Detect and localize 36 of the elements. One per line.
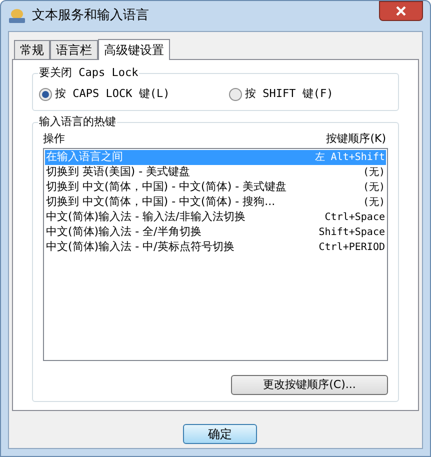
group-title: 要关闭 Caps Lock (38, 65, 140, 81)
list-row[interactable]: 中文(简体)输入法 - 输入法/非输入法切换 Ctrl+Space (45, 210, 386, 225)
radio-button[interactable] (229, 88, 242, 100)
list-row[interactable]: 切换到 英语(美国) - 美式键盘 (无) (45, 165, 386, 180)
window-title: 文本服务和输入语言 (32, 7, 149, 26)
ok-button[interactable]: 确定 (183, 424, 257, 444)
change-key-sequence-button[interactable]: 更改按键顺序(C)... (231, 375, 388, 395)
hotkey-text: (无) (362, 166, 385, 180)
column-header: 操作 (43, 130, 65, 147)
list-row[interactable]: 切换到 中文(简体，中国) - 中文(简体) - 美式键盘 (无) (45, 180, 386, 195)
radio-label: 按 SHIFT 键(F) (245, 86, 334, 102)
close-button[interactable] (379, 1, 423, 21)
hotkey-text: Ctrl+Space (324, 211, 385, 225)
action-text: 切换到 中文(简体，中国) - 中文(简体) - 搜狗... (46, 194, 276, 210)
hotkey-text: Ctrl+PERIOD (318, 241, 385, 255)
action-text: 中文(简体)输入法 - 全/半角切换 (46, 224, 202, 240)
action-text: 切换到 中文(简体，中国) - 中文(简体) - 美式键盘 (46, 179, 287, 196)
hotkey-text: (无) (362, 181, 385, 195)
group-title: 输入语言的热键 (38, 114, 117, 130)
tab[interactable]: 常规 (14, 40, 50, 59)
action-text: 切换到 英语(美国) - 美式键盘 (46, 164, 190, 180)
hotkey-text: 左 Alt+Shift (314, 151, 385, 165)
action-text: 中文(简体)输入法 - 输入法/非输入法切换 (46, 209, 246, 226)
action-text: 在输入语言之间 (46, 149, 123, 166)
list-row[interactable]: 中文(简体)输入法 - 全/半角切换 Shift+Space (45, 225, 386, 240)
hotkey-text: Shift+Space (318, 226, 385, 240)
radio-button[interactable] (39, 88, 52, 100)
list-row[interactable]: 中文(简体)输入法 - 中/英标点符号切换 Ctrl+PERIOD (45, 240, 386, 255)
tab[interactable]: 高级键设置 (98, 39, 170, 60)
hotkey-text: (无) (362, 196, 385, 210)
action-text: 中文(简体)输入法 - 中/英标点符号切换 (46, 239, 234, 256)
radio-label: 按 CAPS LOCK 键(L) (55, 86, 170, 102)
close-icon (396, 6, 406, 16)
list-row[interactable]: 切换到 中文(简体，中国) - 中文(简体) - 搜狗... (无) (45, 195, 386, 210)
tab[interactable]: 语言栏 (50, 40, 98, 59)
column-header: 按键顺序(K) (326, 130, 386, 147)
